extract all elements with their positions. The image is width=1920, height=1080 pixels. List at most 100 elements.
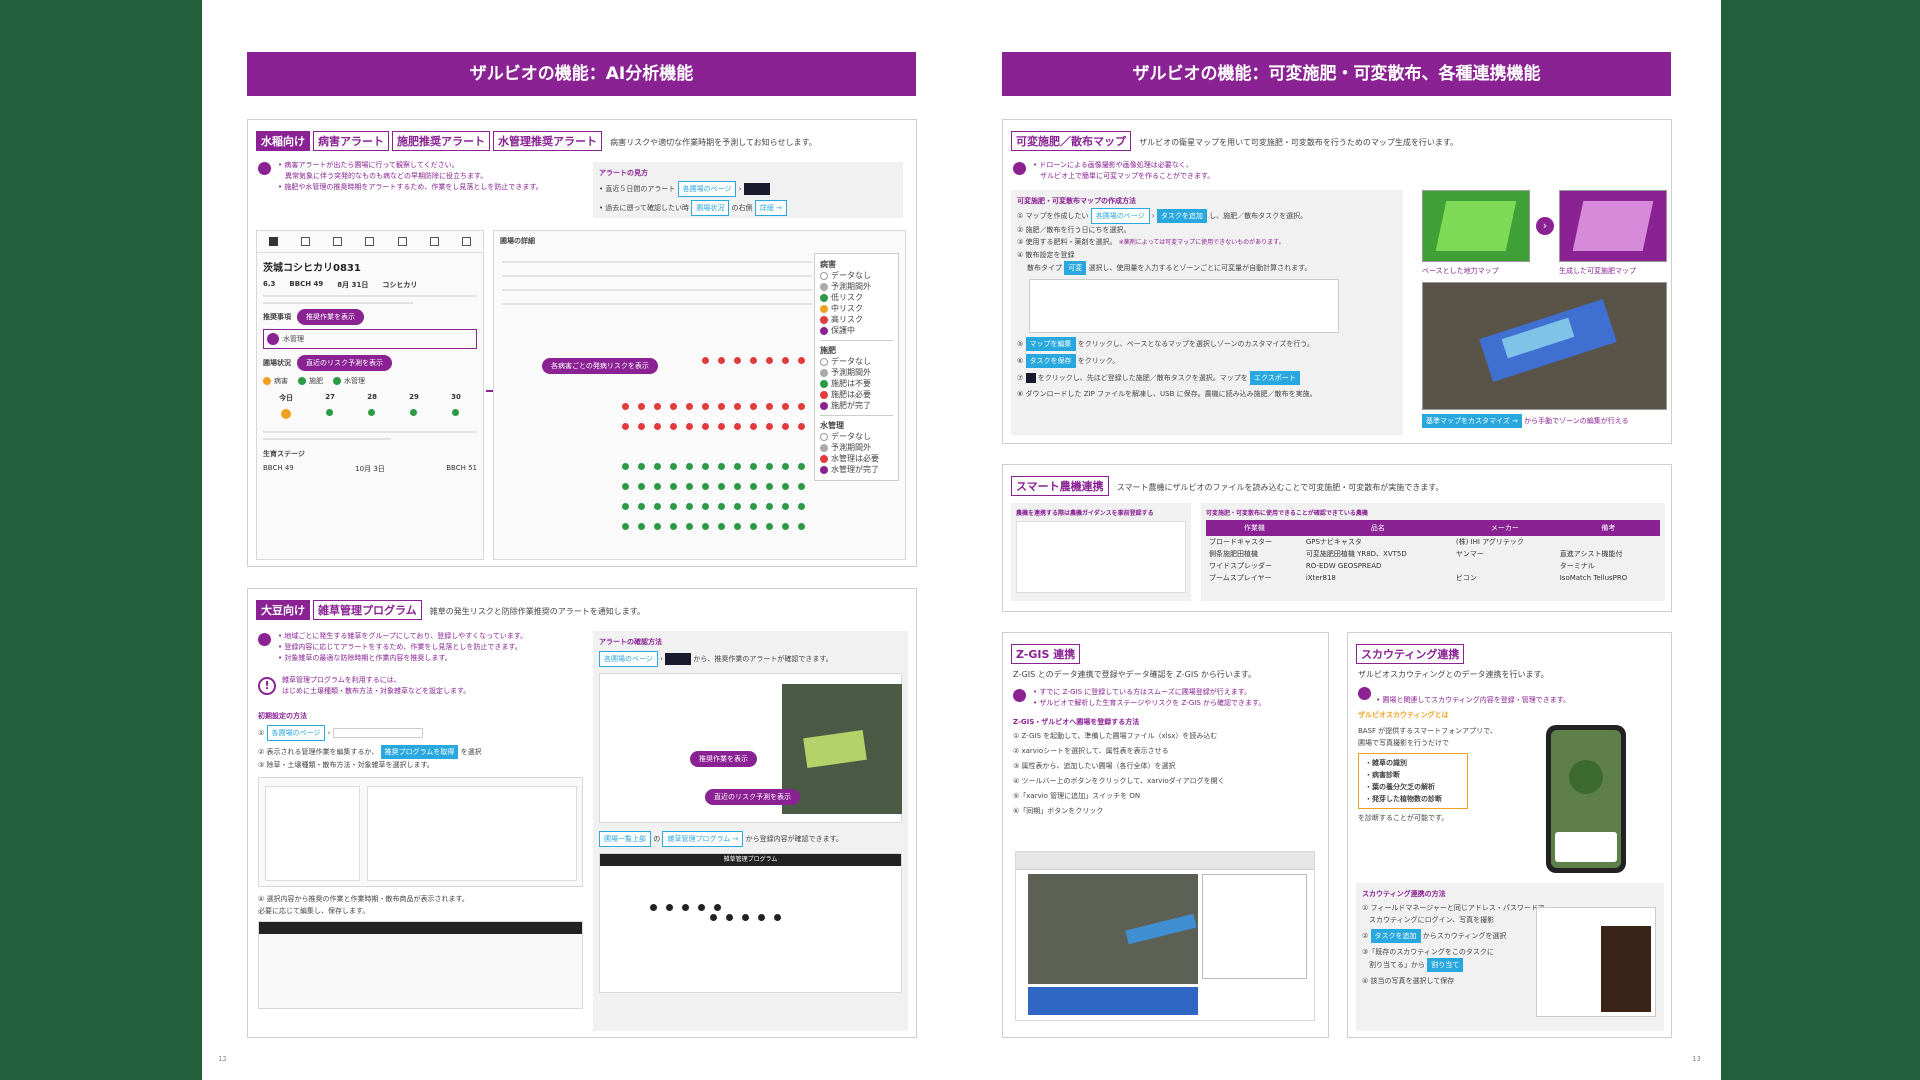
tab-water[interactable]: 水管理 (344, 377, 365, 385)
export-button: エクスポート (1249, 371, 1300, 385)
lightbulb-icon (258, 162, 271, 175)
soy-bullet: • 地域ごとに発生する雑草をグループにしており、登録しやすくなっています。 (278, 632, 528, 640)
page-number-left: 12 (218, 1055, 227, 1063)
rice-tags: 水稲向け 病害アラート 施肥推奨アラート 水管理推奨アラート 病害リスクや適切な作業時… (256, 130, 817, 151)
alert-step-1: • 直近５日間のアラート 各圃場のページ › (599, 181, 897, 197)
app-logo-icon (743, 183, 770, 195)
program-screenshot (258, 921, 583, 1009)
soy-weed-section: 大豆向け雑草管理プログラム 雑草の発生リスクと防除作業推奨のアラートを通知します… (247, 588, 917, 1038)
vrt-howto-title: 可変施肥・可変散布マップの作成方法 (1017, 197, 1136, 205)
program-list-screenshot: 雑草管理プログラム (599, 853, 902, 993)
alert-step-2: • 過去に遡って確認したい時 圃場状況 の右側 詳細 → (599, 200, 897, 216)
tag-smart-machinery: スマート農機連携 (1011, 476, 1109, 496)
alert-howto-title: アラートの見方 (599, 169, 648, 177)
scouting-feature-list: ・雑草の識別 ・病害診断 ・葉の養分欠乏の解析 ・発芽した植物数の診断 (1358, 753, 1468, 809)
tag-soybean: 大豆向け (256, 600, 310, 620)
save-task-button: タスクを保存 (1025, 354, 1076, 368)
shop-icon (462, 237, 472, 246)
field-list-button: 圃場一覧上部 (599, 831, 651, 847)
field-page-button: 各圃場のページ (677, 181, 737, 197)
forecast-days: 今日 27 28 29 30 (279, 393, 461, 402)
customize-map-button: 基準マップをカスタマイズ → (1422, 414, 1522, 428)
assign-button: 割り当て (1427, 958, 1464, 972)
get-program-button: 推奨プログラムを取得 (380, 745, 459, 759)
water-task-card[interactable]: 水管理 (263, 329, 477, 349)
left-page-banner: ザルビオの機能：AI分析機能 (247, 52, 916, 96)
vrt-map-caption: 生成した可変施肥マップ (1559, 267, 1636, 275)
table-header: 品名 (1302, 520, 1453, 536)
tag-vrt-map: 可変施肥／散布マップ (1011, 131, 1131, 151)
smart-description: スマート農機にザルビオのファイルを読み込むことで可変施肥・可変散布が実施できます… (1116, 483, 1444, 492)
tab-disease[interactable]: 病害 (274, 377, 288, 385)
warning-icon: ! (258, 677, 276, 695)
alert-howto-box: アラートの見方 • 直近５日間のアラート 各圃場のページ › • 過去に遡って確… (593, 162, 903, 218)
vrt-bullet: ザルビオ上で簡単に可変マップを作ることができます。 (1033, 172, 1215, 180)
rice-description: 病害リスクや適切な作業時期を予測してお知らせします。 (610, 138, 817, 147)
show-recommend-pill: 推奨作業を表示 (297, 309, 364, 325)
add-task-button: タスクを追加 (1370, 929, 1421, 943)
vrt-tags: 可変施肥／散布マップ ザルビオの衛星マップを用いて可変施肥・可変散布を行うための… (1011, 130, 1458, 151)
tag-water-alert: 水管理推奨アラート (493, 131, 602, 151)
tag-fertilizer-alert: 施肥推奨アラート (392, 131, 490, 151)
right-page-banner: ザルビオの機能：可変施肥・可変散布、各種連携機能 (1002, 52, 1671, 96)
green-dot-row (622, 523, 805, 530)
lightbulb-icon (1358, 687, 1371, 700)
status-tabs: 病害 施肥 水管理 (263, 375, 477, 387)
growth-stage-values: BBCH 49 10月 3日 BBCH 51 (263, 464, 477, 473)
confirm-step: 各圃場のページ › から、推奨作業のアラートが確認できます。 (599, 651, 902, 667)
scouting-assign-screenshot (1536, 907, 1656, 1017)
table-header: メーカー (1452, 520, 1557, 536)
machinery-table-box: 可変施肥・可変散布に使用できることが確認できている農機 作業機 品名 メーカー … (1201, 503, 1665, 601)
zgis-howto: Z-GIS・ザルビオへ圃場を登録する方法 ① Z-GIS を起動して、準備した圃… (1013, 717, 1321, 817)
soy-bullet: • 登録内容に応じてアラートをするため、作業をし見落としを防止できます。 (278, 643, 522, 651)
scouting-howto: スカウティング連携の方法 ① フィールドマネージャーと同じアドレス・パスワードで… (1356, 883, 1664, 1031)
table-header: 備考 (1556, 520, 1660, 536)
setup-step-4: ④ 選択内容から推奨の作業と作業時期・散布商品が表示されます。 (258, 895, 469, 903)
vrt-map-image (1559, 190, 1667, 262)
smart-machinery-section: スマート農機連携 スマート農機にザルビオのファイルを読み込むことで可変施肥・可変… (1002, 464, 1672, 612)
soy-description: 雑草の発生リスクと防除作業推奨のアラートを通知します。 (429, 607, 645, 616)
recommend-label: 推奨事項 (263, 313, 291, 321)
confirm-screenshot: 推奨作業を表示 直近のリスク予測を表示 (599, 673, 902, 823)
rice-bullet: • 病害アラートが出たら圃場に行って観察してください。 (278, 161, 459, 169)
phone-screenshot: 茨城コシヒカリ0831 6.3 BBCH 49 8月 31日 コシヒカリ 推奨事項 推奨… (256, 230, 484, 560)
scouting-notes: • 圃場と関連してスカウティング内容を登録・管理できます。 (1358, 687, 1570, 706)
lightbulb-icon (1013, 689, 1026, 702)
setup-step-3: ③ 除草・土壌種類・散布方法・対象雑草を選択します。 (258, 761, 434, 769)
field-status-button: 圃場状況 (691, 200, 730, 216)
field-name: 茨城コシヒカリ0831 (263, 263, 361, 274)
memo-icon (365, 237, 375, 246)
map-icon (300, 237, 310, 246)
soy-notes: • 地域ごとに発生する雑草をグループにしており、登録しやすくなっています。 • … (258, 631, 527, 664)
table-header: 作業機 (1206, 520, 1303, 536)
grid-title: 圃場の詳細 (500, 237, 535, 245)
setup-screenshot (258, 777, 583, 887)
scouting-howto-title: スカウティング連携の方法 (1362, 890, 1446, 898)
tag-zgis: Z-GIS 連携 (1011, 644, 1081, 664)
table-row: ブームスプレイヤー iXter818 ビコン IsoMatch TellusPRO (1209, 574, 1628, 582)
field-page-button: 各圃場のページ (1090, 208, 1150, 224)
risk-grid: 各病害ごとの発病リスクを表示 (502, 253, 812, 553)
soy-bullet: • 対象雑草の最適な防除時期と作業内容を推奨します。 (278, 654, 452, 662)
disease-risk-pill: 各病害ごとの発病リスクを表示 (542, 358, 658, 374)
status-label: 圃場状況 (263, 359, 291, 367)
zgis-notes: • すでに Z-GIS に登録している方はスムーズに圃場登録が行えます。 • ザ… (1013, 687, 1265, 709)
forecast-dots (263, 409, 477, 419)
green-dot-row (622, 483, 805, 490)
weed-program-button: 雑草管理プログラム → (662, 831, 744, 847)
tab-fertilizer[interactable]: 施肥 (309, 377, 323, 385)
show-risk-pill: 直近のリスク予測を表示 (297, 355, 392, 371)
zgis-howto-title: Z-GIS・ザルビオへ圃場を登録する方法 (1013, 718, 1140, 726)
confirm-title: アラートの確認方法 (599, 638, 662, 646)
base-map-caption: ベースとした地力マップ (1422, 267, 1499, 275)
vrt-notes: • ドローンによる画像撮影や画像処理は必要なく、 ザルビオ上で簡単に可変マップを… (1013, 160, 1214, 182)
warning-title: 雑草管理プログラムを利用するには、 (282, 676, 401, 684)
scouting-phone-image (1546, 725, 1626, 873)
smart-tags: スマート農機連携 スマート農機にザルビオのファイルを読み込むことで可変施肥・可変… (1011, 475, 1443, 496)
lightbulb-icon (258, 633, 271, 646)
customize-note: 基準マップをカスタマイズ → から手動でゾーンの編集が行える (1422, 414, 1629, 428)
green-dot-row (622, 463, 805, 470)
zgis-section: Z-GIS 連携 Z-GIS とのデータ連携で登録やデータ確認を Z-GIS か… (1002, 632, 1329, 1038)
field-detail-screenshot: 圃場の詳細 各病害ごとの発病リスクを表示 病害 データなし 予測期間外 低リスク… (493, 230, 906, 560)
detail-button: 詳細 → (754, 200, 787, 216)
